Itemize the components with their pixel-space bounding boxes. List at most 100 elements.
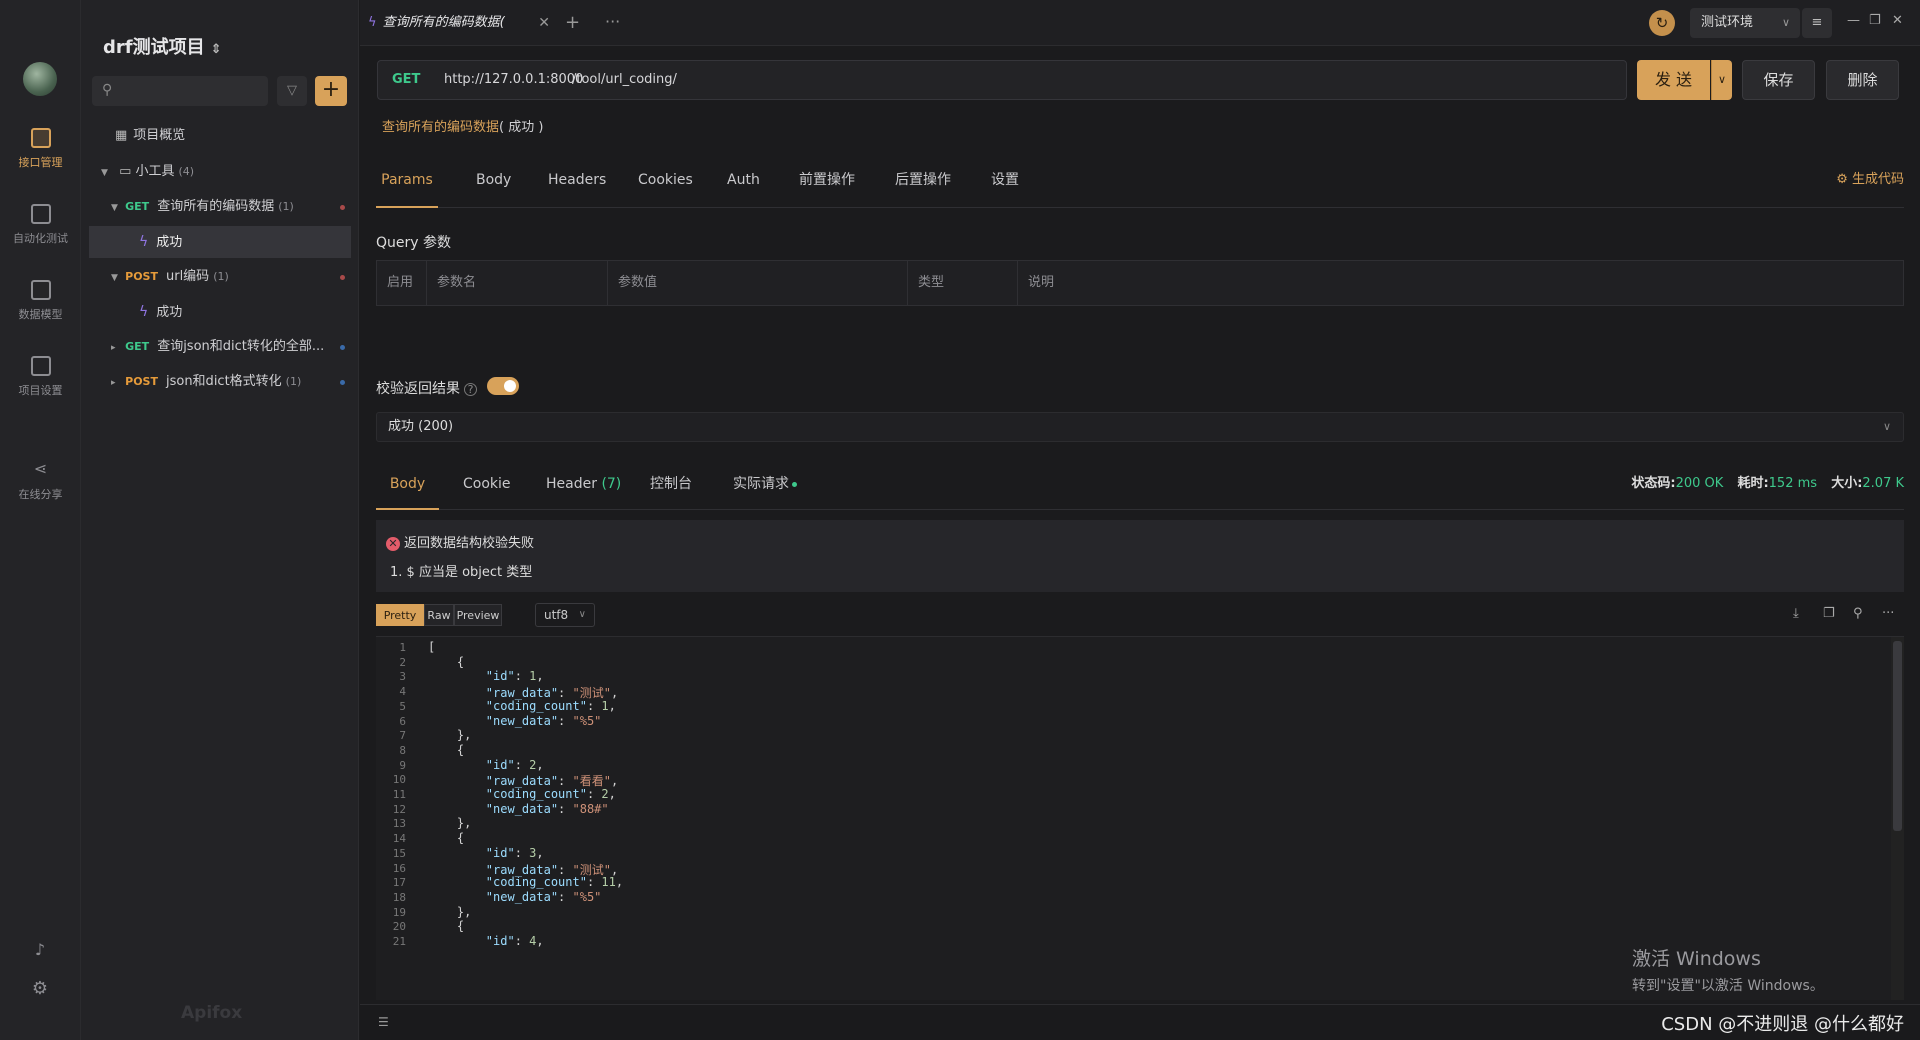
tab-headers[interactable]: Headers: [548, 164, 606, 208]
folder-label: 小工具: [135, 164, 175, 179]
filter-button[interactable]: ▽: [277, 76, 307, 106]
tab-pre-ops[interactable]: 前置操作: [799, 164, 855, 208]
download-icon[interactable]: ⤓: [1793, 606, 1799, 621]
tab-params[interactable]: Params: [376, 164, 438, 208]
chevron-down-icon: ∨: [1882, 420, 1891, 433]
bell-icon[interactable]: ♪: [31, 940, 49, 959]
tab-label: 实际请求: [733, 476, 789, 492]
save-button[interactable]: 保存: [1742, 60, 1815, 100]
project-switcher[interactable]: drf测试项目 ⇕: [103, 33, 222, 59]
tree-item-case[interactable]: ϟ 成功: [81, 296, 351, 328]
send-dropdown-button[interactable]: ∨: [1711, 60, 1732, 100]
scrollbar[interactable]: [1891, 637, 1904, 1000]
restore-icon[interactable]: ❐: [1869, 13, 1881, 28]
line-number: 18: [392, 890, 406, 904]
line-number: 13: [392, 817, 406, 831]
rail-item-api-management[interactable]: 接口管理: [0, 128, 81, 170]
rail-item-share[interactable]: ⋖ 在线分享: [0, 460, 81, 502]
tree-item-label: 项目概览: [133, 128, 186, 143]
tree-item-case-selected[interactable]: ϟ 成功: [89, 226, 351, 258]
tab-title: 查询所有的编码数据(: [382, 15, 505, 30]
endpoint-count: (1): [285, 375, 302, 388]
avatar[interactable]: [23, 62, 57, 96]
tree-item-endpoint[interactable]: ▼ POST url编码 (1): [81, 261, 351, 293]
line-number: 16: [392, 861, 406, 875]
delete-button[interactable]: 删除: [1826, 60, 1899, 100]
case-label: 成功: [156, 305, 183, 320]
tab-actual-request[interactable]: 实际请求: [733, 466, 797, 510]
more-icon[interactable]: ···: [1882, 606, 1894, 621]
code-line: },: [428, 904, 472, 919]
rail-item-data-model[interactable]: 数据模型: [0, 280, 81, 322]
format-pretty[interactable]: Pretty: [376, 604, 424, 626]
more-icon[interactable]: ···: [605, 12, 620, 31]
code-icon: ⚙: [1836, 172, 1852, 187]
panel-toggle-icon[interactable]: ☰: [378, 1015, 389, 1029]
response-select[interactable]: 成功 (200) ∨: [376, 412, 1904, 442]
rail-item-automation[interactable]: 自动化测试: [0, 204, 81, 246]
tab-settings[interactable]: 设置: [991, 164, 1019, 208]
response-stats: 状态码:200 OK 耗时:152 ms 大小:2.07 K: [1631, 466, 1904, 502]
tab-response-cookie[interactable]: Cookie: [463, 466, 511, 510]
encoding-select[interactable]: utf8 ∨: [535, 603, 595, 627]
gear-icon[interactable]: ⚙: [31, 980, 49, 998]
tree-item-endpoint[interactable]: ▼ GET 查询所有的编码数据 (1): [81, 191, 351, 223]
request-tabs: Params Body Headers Cookies Auth 前置操作 后置…: [376, 164, 1904, 208]
status-dot: [792, 481, 797, 487]
menu-icon[interactable]: ≡: [1802, 8, 1832, 38]
code-line: "coding_count": 11,: [485, 875, 624, 890]
validate-toggle[interactable]: [487, 377, 519, 395]
method-badge: POST: [125, 375, 158, 388]
send-button[interactable]: 发 送: [1637, 60, 1710, 100]
tree-item-overview[interactable]: ▦ 项目概览: [81, 120, 351, 152]
line-number: 11: [392, 788, 406, 801]
status-code-label: 状态码:: [1631, 476, 1676, 491]
tab-label: Header: [546, 476, 597, 492]
tab-console[interactable]: 控制台: [650, 466, 692, 510]
code-line: "new_data": "%5": [485, 889, 602, 904]
search-input[interactable]: [122, 81, 262, 101]
automation-icon: [30, 204, 51, 224]
new-tab-button[interactable]: +: [565, 12, 580, 33]
tab-body[interactable]: Body: [476, 164, 511, 208]
format-raw[interactable]: Raw: [424, 604, 454, 626]
endpoint-label: json和dict格式转化: [165, 374, 282, 389]
copy-icon[interactable]: ❐: [1823, 606, 1835, 621]
endpoint-label: 查询所有的编码数据: [157, 199, 275, 214]
line-number: 15: [392, 846, 406, 860]
chevron-down-icon: ∨: [1717, 73, 1727, 86]
code-line: "coding_count": 2,: [485, 787, 616, 801]
generate-code-button[interactable]: ⚙ 生成代码: [1836, 164, 1904, 196]
caret-right-icon: ▸: [111, 343, 116, 353]
environment-select[interactable]: 测试环境 ∨: [1690, 8, 1800, 38]
code-line: "id": 2,: [485, 757, 544, 772]
add-button[interactable]: +: [315, 76, 347, 106]
url-path-input[interactable]: /tool/url_coding/: [572, 72, 677, 87]
tab-post-ops[interactable]: 后置操作: [895, 164, 951, 208]
column-header: 类型: [908, 261, 1018, 305]
status-bar: ☰ CSDN @不进则退 @什么都好: [360, 1004, 1920, 1040]
tree-item-endpoint[interactable]: ▸ GET 查询json和dict转化的全部...: [81, 331, 351, 363]
tab-response-body[interactable]: Body: [376, 466, 439, 510]
help-icon[interactable]: ?: [464, 383, 477, 396]
tree-folder-tools[interactable]: ▼ ▭ 小工具 (4): [81, 156, 351, 188]
rail-item-project-settings[interactable]: 项目设置: [0, 356, 81, 398]
line-number: 9: [399, 758, 406, 772]
query-params-table: 启用 参数名 参数值 类型 说明: [376, 260, 1904, 306]
minimize-icon[interactable]: —: [1847, 13, 1860, 28]
line-gutter: 1 2 3 4 5 6 7 8 9 10 11 12 13 14 15 16 17 18 19 20 21: [376, 637, 420, 1000]
tab-request[interactable]: ϟ 查询所有的编码数据( ✕: [368, 0, 550, 46]
window-close-icon[interactable]: ✕: [1892, 13, 1903, 28]
sync-icon[interactable]: ↻: [1649, 10, 1675, 36]
tab-auth[interactable]: Auth: [727, 164, 760, 208]
format-preview[interactable]: Preview: [454, 604, 502, 626]
close-icon[interactable]: ✕: [538, 0, 550, 46]
method-select[interactable]: GET: [392, 72, 420, 87]
response-size: 2.07 K: [1862, 476, 1904, 491]
tab-cookies[interactable]: Cookies: [638, 164, 693, 208]
tree-item-endpoint[interactable]: ▸ POST json和dict格式转化 (1): [81, 366, 351, 398]
search-icon[interactable]: ⚲: [1853, 606, 1863, 621]
code-line: "coding_count": 1,: [485, 698, 616, 713]
tab-response-header[interactable]: Header (7): [546, 466, 621, 510]
case-name: ( 成功 ): [499, 120, 544, 135]
